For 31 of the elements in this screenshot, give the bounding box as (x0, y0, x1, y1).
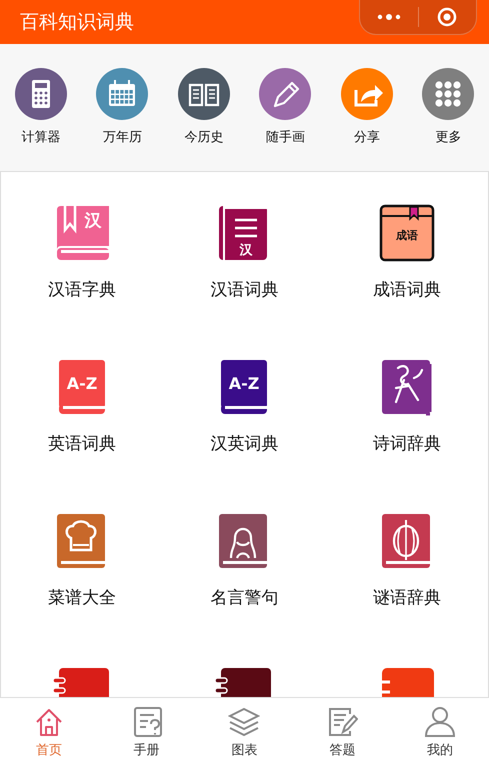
dictionary-tile[interactable]: A-Z 汉英词典 (210, 358, 278, 455)
tool-button[interactable]: 更多 (422, 68, 474, 146)
dictionary-tile[interactable]: 菜谱大全 (48, 512, 116, 609)
dictionary-tile[interactable]: 汉 汉语字典 (48, 204, 116, 301)
icon-caption: 汉 (240, 243, 253, 258)
tab[interactable]: 图表 (228, 698, 260, 766)
user-icon (424, 706, 456, 738)
app-title: 百科知识词典 (20, 10, 134, 35)
more-icon (376, 14, 401, 20)
tool-button[interactable]: 万年历 (96, 68, 148, 146)
dictionary-tile[interactable]: 诗词辞典 (372, 358, 441, 455)
icon-caption: A-Z (66, 374, 98, 393)
tool-button[interactable]: 今历史 (178, 68, 230, 146)
tab[interactable]: 我的 (424, 698, 456, 766)
book-icon[interactable] (215, 668, 272, 697)
layers-icon (228, 706, 260, 738)
dictionary-tile[interactable]: A-Z 英语词典 (48, 358, 116, 455)
target-icon (437, 6, 458, 26)
dictionary-tile[interactable]: 名言警句 (210, 512, 278, 609)
edit-document-icon (326, 706, 358, 738)
dictionary-tile[interactable]: 成语 成语词典 (372, 204, 441, 301)
dictionary-tile[interactable]: 谜语辞典 (372, 512, 441, 609)
tool-button[interactable]: 随手画 (259, 68, 312, 146)
tab[interactable]: 手册 (130, 698, 163, 766)
icon-caption: A-Z (229, 374, 260, 393)
icon-caption: 成语 (396, 229, 418, 242)
tool-button[interactable]: 分享 (340, 68, 393, 146)
tool-button[interactable]: 计算器 (14, 68, 67, 146)
dictionary-tile[interactable]: 汉 汉语词典 (210, 204, 278, 301)
tab[interactable]: 答题 (326, 698, 358, 766)
icon-caption: 汉 (84, 211, 102, 231)
